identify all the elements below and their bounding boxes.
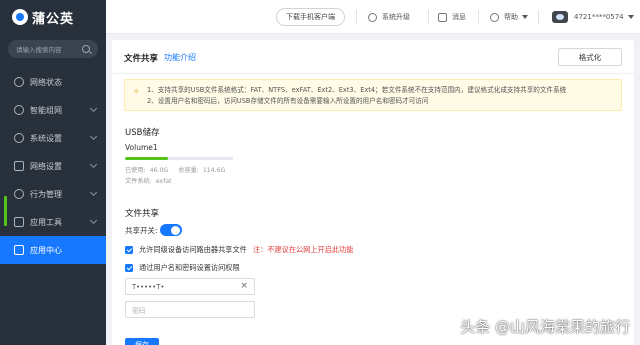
- device-id: 4721****0574: [574, 13, 624, 21]
- save-button[interactable]: 保存: [125, 338, 159, 345]
- divider: [356, 10, 357, 24]
- clear-icon[interactable]: ×: [240, 282, 248, 291]
- sidebar-item-label: 应用中心: [30, 245, 62, 255]
- divider: [478, 10, 479, 24]
- search-icon[interactable]: [82, 45, 90, 53]
- router-avatar-icon: [552, 11, 568, 23]
- top-bar: 下载手机客户端 系统升级 消息 帮助 4721****0574: [106, 0, 640, 34]
- usb-storage-heading: USB储存: [125, 128, 160, 138]
- used-label: 已使用:: [125, 167, 146, 174]
- sidebar-item-label: 应用工具: [30, 217, 62, 227]
- share-switch-row: 共享开关:: [125, 224, 182, 236]
- system-settings-icon: [14, 133, 24, 143]
- sidebar-indicator: [4, 196, 7, 226]
- username-value: T•••••T•: [132, 282, 165, 291]
- download-app-button[interactable]: 下载手机客户端: [276, 8, 345, 26]
- sidebar-item-network-settings[interactable]: 网络设置: [0, 152, 106, 180]
- lightbulb-icon: ✧: [133, 87, 140, 96]
- share-switch-label: 共享开关:: [125, 225, 158, 235]
- chevron-down-icon: [89, 216, 98, 225]
- help-menu[interactable]: 帮助: [490, 10, 528, 24]
- format-button[interactable]: 格式化: [558, 48, 622, 66]
- header-divider: [112, 73, 634, 74]
- bell-icon: [368, 12, 377, 22]
- allow-router-access-checkbox[interactable]: [125, 246, 133, 254]
- feature-intro-link[interactable]: 功能介绍: [164, 52, 196, 63]
- fs-label: 文件系统:: [125, 178, 152, 185]
- caret-down-icon: [522, 15, 528, 19]
- total-label: 总容量:: [178, 167, 199, 174]
- notice-line-2: 2、设置用户名和密码后，访问USB存储文件的所有设备需要输入所设置的用户名和密码…: [147, 97, 429, 105]
- message-icon: [438, 12, 447, 22]
- upgrade-label: 系统升级: [382, 13, 410, 21]
- auth-access-label: 通过用户名和密码设置访问权限: [139, 263, 240, 272]
- sidebar-item-smart-network[interactable]: 智能组网: [0, 96, 106, 124]
- allow-router-access-row: 允许同级设备访问路由器共享文件 注：不建议在公网上开启此功能: [125, 245, 353, 255]
- page-title: 文件共享: [124, 54, 159, 64]
- help-label: 帮助: [504, 13, 518, 21]
- password-placeholder: 密码: [132, 306, 146, 315]
- behavior-management-icon: [14, 189, 24, 199]
- app-center-icon: [14, 245, 24, 255]
- divider: [428, 10, 429, 24]
- sidebar-item-behavior-management[interactable]: 行为管理: [0, 180, 106, 208]
- caret-down-icon: [627, 15, 634, 19]
- volume-name: Volume1: [125, 143, 158, 152]
- network-settings-icon: [14, 161, 24, 171]
- usage-bar: [125, 157, 233, 160]
- allow-router-access-label: 允许同级设备访问路由器共享文件: [139, 245, 247, 254]
- notice-line-1: 1、支持共享的USB文件系统格式：FAT、NTFS、exFAT、Ext2、Ext…: [147, 86, 567, 94]
- sidebar-item-system-settings[interactable]: 系统设置: [0, 124, 106, 152]
- sidebar-item-label: 网络状态: [30, 77, 62, 87]
- username-field[interactable]: T•••••T• ×: [125, 278, 255, 295]
- sidebar-item-app-center[interactable]: 应用中心: [0, 236, 106, 264]
- password-field[interactable]: 密码: [125, 301, 255, 318]
- account-menu[interactable]: 4721****0574: [552, 10, 634, 24]
- search-placeholder: 请输入搜索内容: [16, 46, 62, 54]
- public-network-warning: 注：不建议在公网上开启此功能: [252, 245, 354, 254]
- sidebar-search-input[interactable]: 请输入搜索内容: [8, 40, 98, 58]
- brand-logo[interactable]: 蒲公英: [0, 0, 106, 34]
- divider: [538, 10, 539, 24]
- auth-access-checkbox[interactable]: [125, 264, 133, 272]
- sidebar-item-network-status[interactable]: 网络状态: [0, 68, 106, 96]
- file-share-heading: 文件共享: [125, 209, 160, 219]
- chevron-down-icon: [89, 188, 98, 197]
- share-toggle[interactable]: [159, 224, 182, 236]
- help-icon: [490, 12, 499, 22]
- messages-button[interactable]: 消息: [438, 10, 466, 24]
- total-value: 114.6G: [202, 167, 226, 174]
- usage-bar-fill: [125, 157, 169, 160]
- usage-stats: 已使用: 46.0G 总容量: 114.6G: [125, 165, 225, 174]
- sidebar-item-label: 智能组网: [30, 105, 62, 115]
- sidebar-item-app-tools[interactable]: 应用工具: [0, 208, 106, 236]
- notice-box: ✧ 1、支持共享的USB文件系统格式：FAT、NTFS、exFAT、Ext2、E…: [124, 79, 622, 111]
- sidebar-item-label: 系统设置: [30, 133, 62, 143]
- filesystem-info: 文件系统: exfat: [125, 176, 172, 185]
- brand-name: 蒲公英: [32, 11, 75, 27]
- dandelion-logo-icon: [12, 9, 28, 25]
- smart-network-icon: [14, 105, 24, 115]
- sidebar-item-label: 行为管理: [30, 189, 62, 199]
- message-label: 消息: [452, 13, 466, 21]
- app-tools-icon: [14, 217, 24, 227]
- chevron-down-icon: [89, 132, 98, 141]
- file-share-panel: 文件共享 功能介绍 格式化 ✧ 1、支持共享的USB文件系统格式：FAT、NTF…: [112, 40, 634, 345]
- sidebar-item-label: 网络设置: [30, 161, 62, 171]
- auth-access-row: 通过用户名和密码设置访问权限: [125, 263, 240, 273]
- used-value: 46.0G: [149, 167, 169, 174]
- sidebar: 蒲公英 请输入搜索内容 网络状态 智能组网 系统设置 网络设置 行为管理 应用工…: [0, 0, 106, 345]
- fs-value: exfat: [155, 178, 172, 185]
- chevron-down-icon: [89, 104, 98, 113]
- chevron-down-icon: [89, 160, 98, 169]
- system-upgrade-button[interactable]: 系统升级: [368, 10, 410, 24]
- network-status-icon: [14, 77, 24, 87]
- watermark: 头条 @山风海棠果的旅行: [460, 318, 630, 336]
